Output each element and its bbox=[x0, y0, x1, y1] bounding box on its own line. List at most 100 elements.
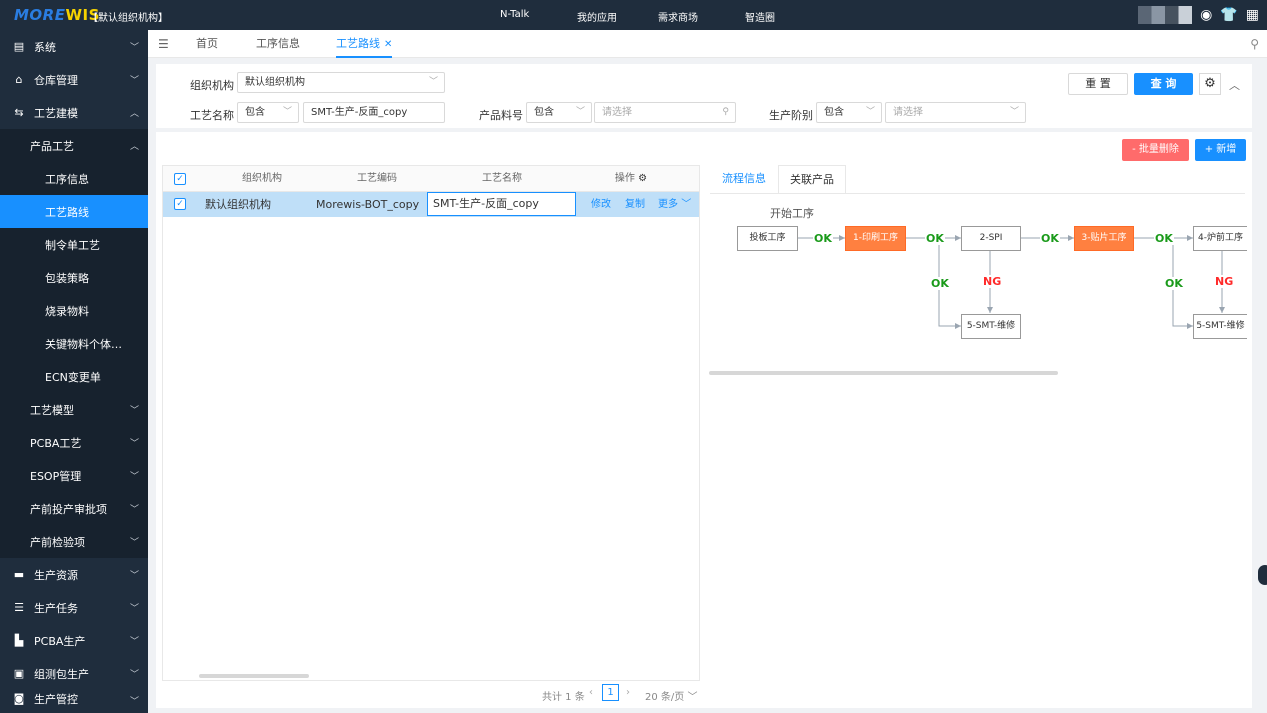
part-no-op-select[interactable]: 包含 ﹀ bbox=[526, 102, 592, 123]
flow-node-printing[interactable]: 1-印刷工序 bbox=[845, 226, 906, 251]
header-code[interactable]: 工艺编码 bbox=[327, 166, 427, 192]
tab-home[interactable]: 首页 bbox=[196, 30, 218, 58]
chevron-up-icon[interactable]: ︿ bbox=[1229, 77, 1240, 93]
sidebar-item-production-control[interactable]: ◙ 生产管控 ﹀ bbox=[0, 684, 148, 713]
sidebar-item-pcba-production[interactable]: ▙ PCBA生产 ﹀ bbox=[0, 624, 148, 657]
chevron-down-icon: ﹀ bbox=[129, 76, 139, 86]
more-link[interactable]: 更多 ﹀ bbox=[658, 192, 691, 217]
tab-operation-info[interactable]: 工序信息 bbox=[256, 30, 300, 58]
flow-horizontal-scrollbar[interactable] bbox=[709, 371, 1058, 375]
route-table: ✓ 组织机构 工艺编码 工艺名称 操作 ⚙ ✓ 默认组织机构 Morewis-B… bbox=[162, 165, 700, 681]
flow-node-board-input[interactable]: 投板工序 bbox=[737, 226, 798, 251]
nav-demand-market[interactable]: 需求商场 bbox=[658, 9, 698, 24]
sidebar-item-preprod-inspection[interactable]: 产前检验项 ﹀ bbox=[0, 525, 148, 558]
search-icon: ⚲ bbox=[722, 107, 729, 117]
skin-icon[interactable]: 👕 bbox=[1220, 6, 1237, 24]
header-actions: 操作 ⚙ bbox=[581, 166, 681, 192]
chevron-down-icon: ﹀ bbox=[129, 406, 139, 416]
flow-node-smt-repair[interactable]: 5-SMT-维修 bbox=[961, 314, 1021, 339]
top-right-tools: ◉ 👕 ▦ bbox=[1138, 5, 1259, 25]
chevron-down-icon: ﹀ bbox=[428, 77, 438, 87]
sidebar-item-key-material[interactable]: 关键物料个体… bbox=[0, 327, 148, 360]
flow-node-smt-repair-2[interactable]: 5-SMT-维修 bbox=[1193, 314, 1247, 339]
flow-node-pre-reflow[interactable]: 4-炉前工序 bbox=[1193, 226, 1247, 251]
nav-n-talk[interactable]: N-Talk bbox=[500, 9, 529, 20]
edge-label-ok: OK bbox=[931, 277, 949, 290]
sidebar-item-process-modeling[interactable]: ⇆ 工艺建模 ︿ bbox=[0, 96, 148, 129]
chevron-down-icon: ﹀ bbox=[129, 571, 139, 581]
org-select[interactable]: 默认组织机构 ﹀ bbox=[237, 72, 445, 93]
edge-label-ng: NG bbox=[983, 275, 1002, 288]
stage-select[interactable]: 请选择 ﹀ bbox=[885, 102, 1026, 123]
sidebar-item-burn-material[interactable]: 烧录物料 bbox=[0, 294, 148, 327]
prev-page-icon[interactable]: ‹ bbox=[589, 687, 593, 698]
route-name-op-select[interactable]: 包含 ﹀ bbox=[237, 102, 299, 123]
page-1-button[interactable]: 1 bbox=[602, 684, 619, 701]
chevron-down-icon: ﹀ bbox=[129, 43, 139, 53]
sidebar-item-product-process[interactable]: 产品工艺 ︿ bbox=[0, 129, 148, 162]
close-icon[interactable]: ✕ bbox=[384, 39, 392, 50]
edge-label-ok: OK bbox=[1040, 232, 1060, 245]
chevron-down-icon: ﹀ bbox=[129, 604, 139, 614]
gear-icon[interactable]: ⚙ bbox=[1199, 73, 1221, 95]
stage-op-select[interactable]: 包含 ﹀ bbox=[816, 102, 882, 123]
page-size-select[interactable]: 20 条/页 ﹀ bbox=[645, 688, 697, 703]
edge-label-ok: OK bbox=[1165, 277, 1183, 290]
row-checkbox[interactable]: ✓ bbox=[174, 198, 186, 210]
process-model-icon: ⇆ bbox=[14, 106, 24, 119]
chevron-up-icon: ︿ bbox=[129, 109, 139, 119]
select-all-checkbox[interactable]: ✓ bbox=[174, 173, 186, 185]
batch-delete-button[interactable]: - 批量删除 bbox=[1122, 139, 1189, 161]
sidebar-item-pcba-process[interactable]: PCBA工艺 ﹀ bbox=[0, 426, 148, 459]
gear-icon[interactable]: ⚙ bbox=[638, 173, 647, 184]
row-code: Morewis-BOT_copy bbox=[316, 198, 420, 211]
row-name-editor[interactable]: SMT-生产-反面_copy bbox=[427, 192, 576, 216]
part-no-input[interactable]: 请选择 ⚲ bbox=[594, 102, 736, 123]
next-page-icon[interactable]: › bbox=[626, 687, 630, 698]
apps-grid-icon[interactable]: ▦ bbox=[1246, 6, 1259, 24]
sidebar-item-production-resource[interactable]: ▬ 生产资源 ﹀ bbox=[0, 558, 148, 591]
copy-link[interactable]: 复制 bbox=[625, 192, 645, 217]
sidebar-item-esop[interactable]: ESOP管理 ﹀ bbox=[0, 459, 148, 492]
sidebar-item-operation-info[interactable]: 工序信息 bbox=[0, 162, 148, 195]
sidebar-item-preprod-approval[interactable]: 产前投产审批项 ﹀ bbox=[0, 492, 148, 525]
flow-node-placement[interactable]: 3-贴片工序 bbox=[1074, 226, 1134, 251]
chevron-down-icon: ﹀ bbox=[282, 107, 292, 117]
sidebar-item-production-task[interactable]: ☰ 生产任务 ﹀ bbox=[0, 591, 148, 624]
tab-flow-info[interactable]: 流程信息 bbox=[712, 165, 776, 193]
nav-smart-circle[interactable]: 智造圈 bbox=[745, 9, 775, 24]
sidebar-item-warehouse[interactable]: ⌂ 仓库管理 ﹀ bbox=[0, 63, 148, 96]
sidebar-item-process-model[interactable]: 工艺模型 ﹀ bbox=[0, 393, 148, 426]
query-button[interactable]: 查 询 bbox=[1134, 73, 1193, 95]
table-horizontal-scrollbar[interactable] bbox=[199, 674, 309, 678]
tab-process-route[interactable]: 工艺路线 ✕ bbox=[336, 30, 393, 58]
menu-fold-icon[interactable]: ☰ bbox=[158, 37, 169, 51]
sidebar-item-packing-strategy[interactable]: 包装策略 bbox=[0, 261, 148, 294]
sidebar-item-ecn[interactable]: ECN变更单 bbox=[0, 360, 148, 393]
sidebar-item-system[interactable]: ▤ 系统 ﹀ bbox=[0, 30, 148, 63]
search-icon[interactable]: ⚲ bbox=[1250, 37, 1259, 51]
chevron-down-icon: ﹀ bbox=[129, 472, 139, 482]
tab-bar: ☰ 首页 工序信息 工艺路线 ✕ ⚲ bbox=[148, 30, 1267, 58]
floating-assist-button[interactable] bbox=[1258, 565, 1267, 585]
nav-my-apps[interactable]: 我的应用 bbox=[577, 9, 617, 24]
sidebar: ▤ 系统 ﹀ ⌂ 仓库管理 ﹀ ⇆ 工艺建模 ︿ 产品工艺 ︿ 工序信息 工艺路线 制令单工艺… bbox=[0, 30, 148, 713]
edge-label-ok: OK bbox=[1154, 232, 1174, 245]
header-name[interactable]: 工艺名称 bbox=[427, 166, 577, 192]
user-avatar[interactable] bbox=[1138, 6, 1193, 24]
add-button[interactable]: + 新增 bbox=[1195, 139, 1246, 161]
sidebar-item-process-route[interactable]: 工艺路线 bbox=[0, 195, 148, 228]
part-no-label: 产品料号 bbox=[479, 109, 523, 122]
tab-related-products[interactable]: 关联产品 bbox=[778, 165, 846, 193]
flow-node-spi[interactable]: 2-SPI bbox=[961, 226, 1021, 251]
current-org[interactable]: 【默认组织机构】 bbox=[88, 9, 168, 24]
edit-link[interactable]: 修改 bbox=[591, 192, 611, 217]
control-icon: ◙ bbox=[13, 692, 25, 705]
reset-button[interactable]: 重 置 bbox=[1068, 73, 1128, 95]
row-org: 默认组织机构 bbox=[205, 198, 271, 211]
user-icon[interactable]: ◉ bbox=[1200, 6, 1212, 24]
header-org[interactable]: 组织机构 bbox=[197, 166, 327, 192]
route-name-label: 工艺名称 bbox=[190, 109, 234, 122]
sidebar-item-work-order-process[interactable]: 制令单工艺 bbox=[0, 228, 148, 261]
route-name-input[interactable]: SMT-生产-反面_copy bbox=[303, 102, 445, 123]
